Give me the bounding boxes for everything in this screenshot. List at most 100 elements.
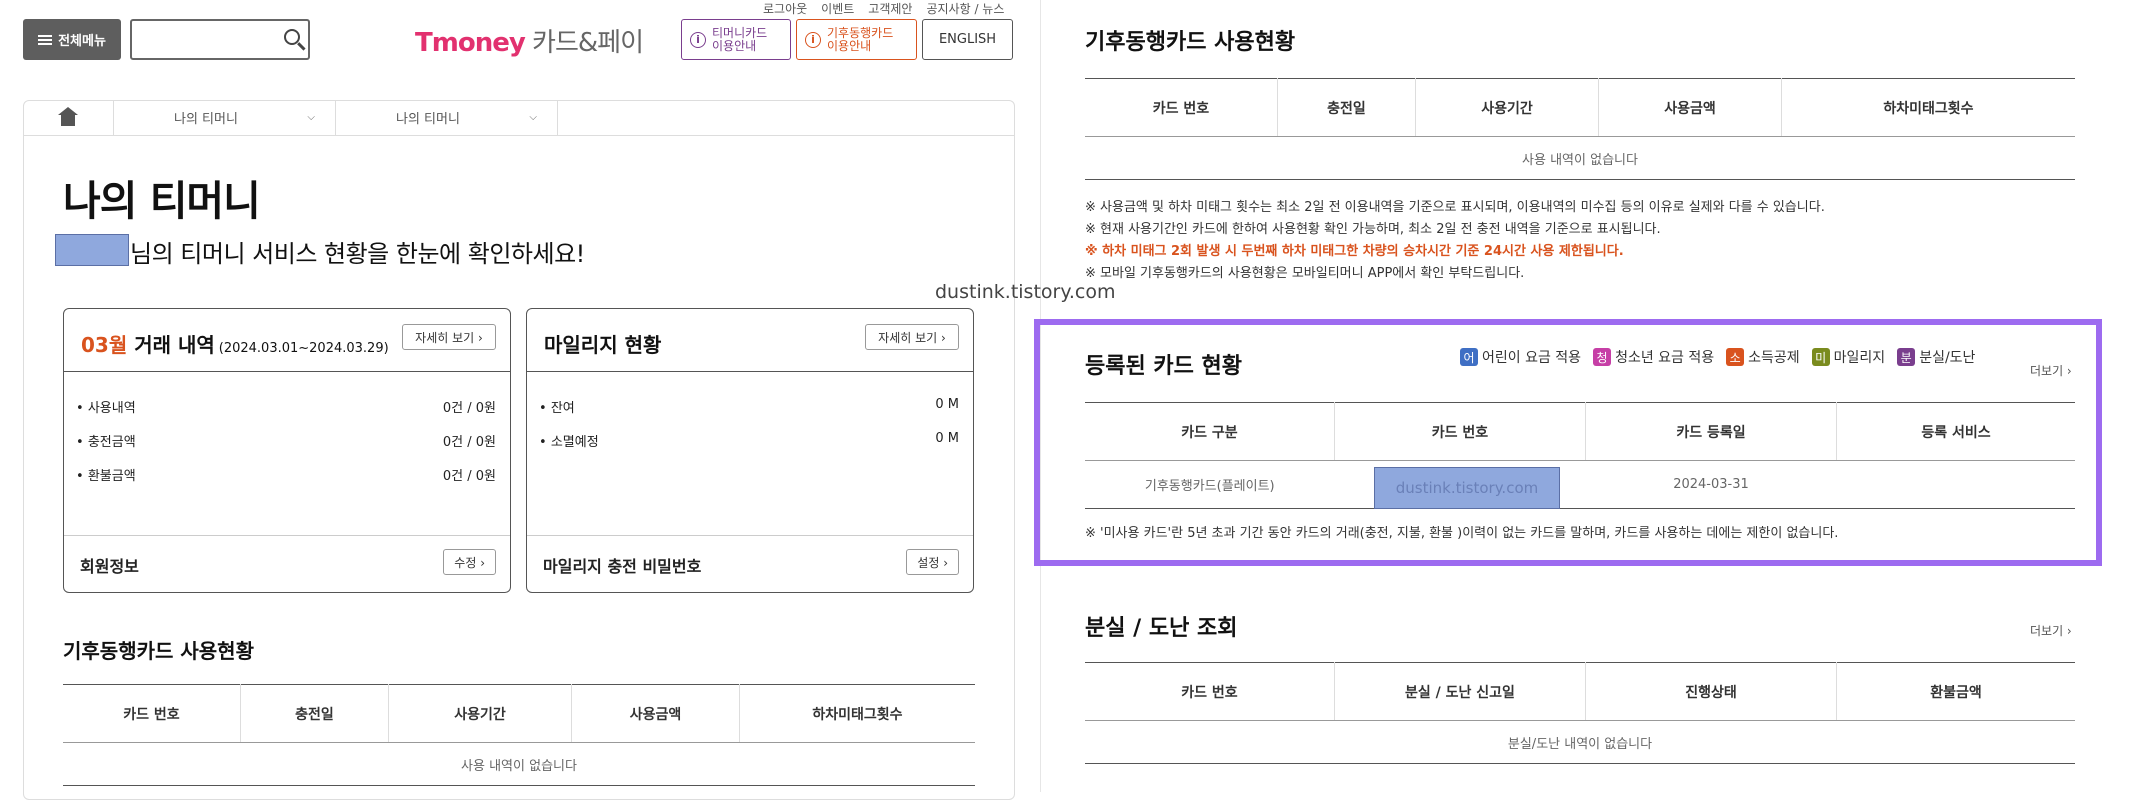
loss-more-link[interactable]: 더보기 › [2030, 622, 2072, 639]
chevron-down-icon: ⌵ [307, 112, 315, 123]
note-line: ※ 사용금액 및 하차 미태그 횟수는 최소 2일 전 이용내역을 기준으로 표… [1085, 200, 1825, 215]
watermark: dustink.tistory.com [935, 281, 1116, 303]
tmoney-guide-label: 티머니카드 이용안내 [712, 25, 768, 53]
climate-guide-label: 기후동행카드 이용안내 [827, 25, 894, 53]
column-header: 사용기간 [388, 684, 572, 743]
column-header: 카드 구분 [1085, 402, 1335, 461]
transactions-detail-button[interactable]: 자세히 보기 › [402, 324, 496, 350]
info-icon: i [805, 31, 821, 48]
legend-item: 어 어린이 요금 적용 [1460, 347, 1581, 367]
breadcrumb: 나의 티머니 ⌵ 나의 티머니 ⌵ [23, 100, 1015, 136]
notice-link[interactable]: 공지사항 / 뉴스 [926, 0, 1004, 17]
climate-card-guide-button[interactable]: i 기후동행카드 이용안내 [796, 19, 917, 60]
logout-link[interactable]: 로그아웃 [763, 0, 807, 17]
loss-theft-table: 카드 번호 분실 / 도난 신고일 진행상태 환불금액 분실/도난 내역이 없습… [1085, 662, 2075, 764]
empty-message: 사용 내역이 없습니다 [63, 742, 975, 786]
column-header: 사용금액 [571, 684, 740, 743]
page-title: 나의 티머니 [63, 177, 261, 225]
column-header: 충전일 [240, 684, 389, 743]
legend-badge-icon: 소 [1726, 348, 1745, 366]
card-date-cell: 2024-03-31 [1585, 460, 1837, 509]
empty-message: 사용 내역이 없습니다 [1085, 136, 2075, 180]
top-links: 로그아웃 이벤트 고객제안 공지사항 / 뉴스 [763, 0, 1004, 17]
transactions-card: 03월 거래 내역 (2024.03.01~2024.03.29) 자세히 보기 … [63, 308, 511, 593]
registered-cards-title: 등록된 카드 현황 [1085, 354, 1242, 379]
registered-note: ※ '미사용 카드'란 5년 초과 기간 동안 카드의 거래(충전, 지불, 환… [1085, 526, 1839, 541]
chevron-down-icon: ⌵ [529, 112, 537, 123]
breadcrumb-label: 나의 티머니 [174, 112, 238, 127]
user-name-redacted [55, 234, 129, 266]
page-subtitle: 님의 티머니 서비스 현황을 한눈에 확인하세요! [130, 240, 585, 268]
hamburger-icon [38, 34, 53, 45]
legend-item: 소 소득공제 [1726, 347, 1800, 367]
list-item: 충전금액0건 / 0원 [76, 431, 496, 450]
registered-cards-table: 카드 구분 카드 번호 카드 등록일 등록 서비스 기후동행카드(플레이트) 2… [1085, 402, 2075, 509]
legend-label: 어린이 요금 적용 [1482, 350, 1582, 366]
column-header: 카드 번호 [1085, 662, 1335, 721]
column-header: 사용금액 [1598, 78, 1782, 137]
mileage-password-label: 마일리지 충전 비밀번호 [543, 557, 702, 576]
loss-theft-title: 분실 / 도난 조회 [1085, 616, 1238, 641]
legend-item: 미 마일리지 [1811, 347, 1885, 367]
breadcrumb-item[interactable]: 나의 티머니 ⌵ [114, 100, 336, 135]
column-header: 환불금액 [1836, 662, 2075, 721]
table-row: 기후동행카드(플레이트) 2024-03-31 [1085, 460, 2075, 509]
legend-badge-icon: 분 [1897, 348, 1916, 366]
logo-t: T [415, 28, 433, 58]
home-icon [58, 106, 78, 126]
column-header: 카드 등록일 [1585, 402, 1837, 461]
column-header: 하차미태그횟수 [739, 684, 975, 743]
card-number-redacted: dustink.tistory.com [1374, 467, 1560, 509]
breadcrumb-label: 나의 티머니 [396, 112, 460, 127]
column-header: 등록 서비스 [1836, 402, 2075, 461]
breadcrumb-item[interactable]: 나의 티머니 ⌵ [336, 100, 558, 135]
climate-usage-table-right: 카드 번호 충전일 사용기간 사용금액 하차미태그횟수 사용 내역이 없습니다 [1085, 78, 2075, 180]
empty-message: 분실/도난 내역이 없습니다 [1085, 720, 2075, 764]
event-link[interactable]: 이벤트 [821, 0, 854, 17]
all-menu-label: 전체메뉴 [58, 34, 106, 49]
search-box [130, 19, 310, 60]
search-icon[interactable] [284, 29, 300, 45]
list-item: 환불금액0건 / 0원 [76, 465, 496, 484]
mileage-detail-button[interactable]: 자세히 보기 › [865, 324, 959, 350]
column-header: 분실 / 도난 신고일 [1334, 662, 1586, 721]
climate-usage-title-right: 기후동행카드 사용현황 [1085, 30, 1296, 55]
column-header: 카드 번호 [63, 684, 241, 743]
suggestion-link[interactable]: 고객제안 [868, 0, 912, 17]
column-header: 카드 번호 [1085, 78, 1278, 137]
tmoney-guide-button[interactable]: i 티머니카드 이용안내 [681, 19, 791, 60]
climate-usage-title: 기후동행카드 사용현황 [63, 639, 254, 663]
tmoney-logo[interactable]: Tmoney 카드&페이 [415, 22, 644, 59]
info-icon: i [690, 31, 706, 48]
legend-label: 분실/도난 [1919, 350, 1976, 366]
column-header: 카드 번호 [1334, 402, 1586, 461]
member-info-label: 회원정보 [80, 557, 139, 576]
english-button[interactable]: ENGLISH [922, 19, 1013, 60]
all-menu-button[interactable]: 전체메뉴 [23, 19, 121, 60]
logo-money: money [431, 28, 526, 58]
legend-badge-icon: 미 [1811, 348, 1830, 366]
registered-more-link[interactable]: 더보기 › [2030, 362, 2072, 379]
card-type-cell: 기후동행카드(플레이트) [1085, 460, 1335, 509]
note-line: ※ 현재 사용기간인 카드에 한하여 사용현황 확인 가능하며, 최소 2일 전… [1085, 222, 1661, 237]
legend-label: 청소년 요금 적용 [1615, 350, 1715, 366]
edit-member-button[interactable]: 수정 › [443, 549, 496, 575]
mileage-card: 마일리지 현황 자세히 보기 › 잔여0 M 소멸예정0 M 마일리지 충전 비… [526, 308, 974, 593]
legend-label: 소득공제 [1748, 350, 1800, 366]
mileage-password-setting-button[interactable]: 설정 › [906, 549, 959, 575]
climate-usage-table: 카드 번호 충전일 사용기간 사용금액 하차미태그횟수 사용 내역이 없습니다 [63, 684, 975, 786]
usage-notes: ※ 사용금액 및 하차 미태그 횟수는 최소 2일 전 이용내역을 기준으로 표… [1085, 197, 1825, 285]
note-line: ※ 모바일 기후동행카드의 사용현황은 모바일티머니 APP에서 확인 부탁드립… [1085, 266, 1525, 281]
list-item: 사용내역0건 / 0원 [76, 397, 496, 416]
column-header: 하차미태그횟수 [1781, 78, 2075, 137]
column-header: 진행상태 [1585, 662, 1837, 721]
legend-item: 분 분실/도난 [1897, 347, 1975, 367]
list-item: 잔여0 M [539, 397, 959, 416]
column-header: 충전일 [1277, 78, 1416, 137]
breadcrumb-home[interactable] [23, 100, 114, 135]
mileage-title: 마일리지 현황 [544, 333, 662, 357]
transactions-title: 03월 거래 내역 (2024.03.01~2024.03.29) [81, 333, 389, 357]
legend-badge-icon: 청 [1593, 348, 1612, 366]
search-input[interactable] [138, 21, 272, 59]
list-item: 소멸예정0 M [539, 431, 959, 450]
